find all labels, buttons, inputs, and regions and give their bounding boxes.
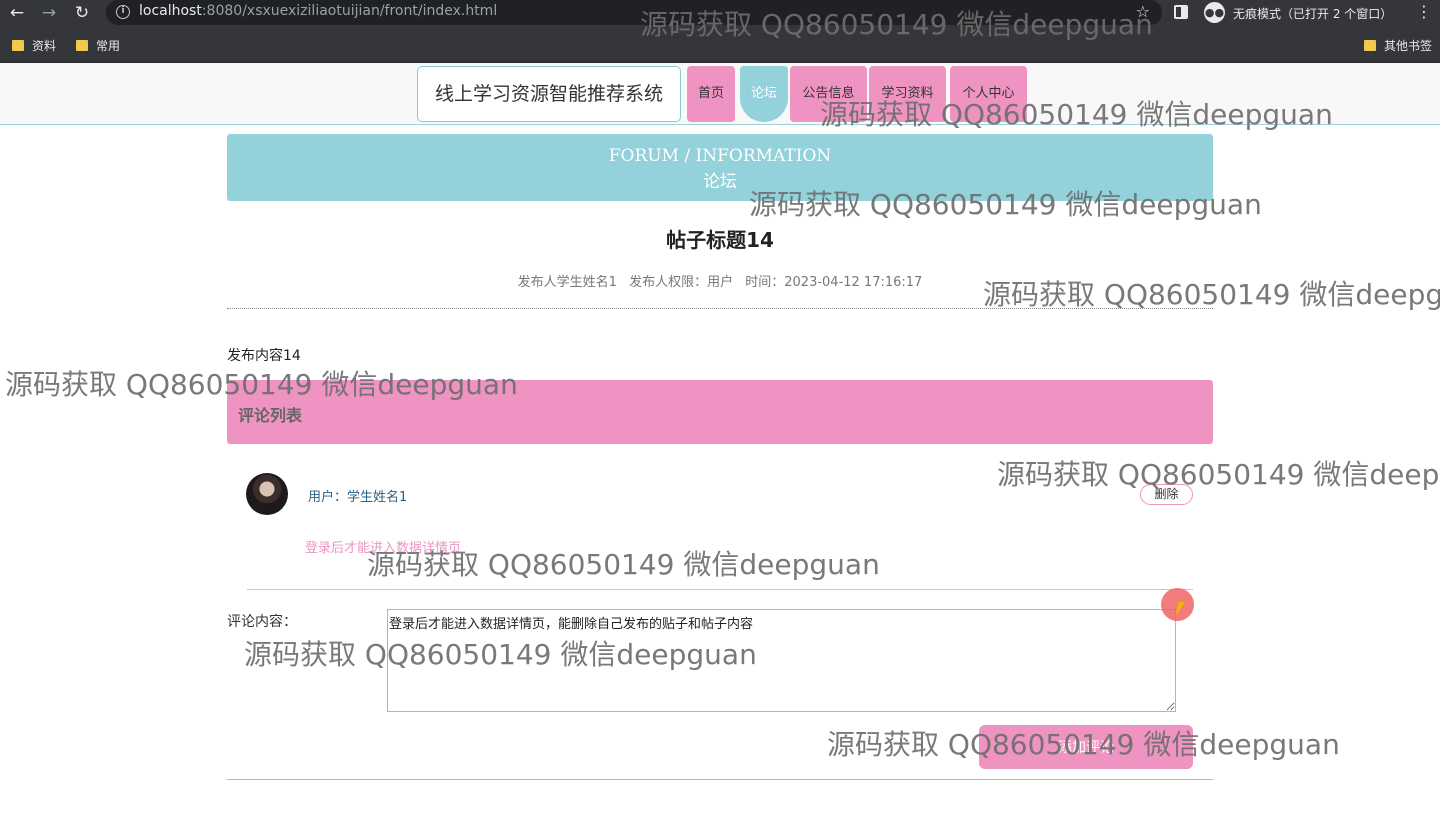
comment-list-title: 评论列表 xyxy=(238,406,303,425)
side-panel-icon[interactable] xyxy=(1174,5,1188,19)
back-button[interactable]: ← xyxy=(6,2,28,24)
add-comment-button[interactable]: 添加评论 xyxy=(979,725,1193,769)
bookmark-star-icon[interactable]: ☆ xyxy=(1136,2,1150,21)
incognito-label[interactable]: 无痕模式（已打开 2 个窗口） xyxy=(1233,5,1392,22)
folder-icon xyxy=(76,40,88,51)
comment-text: 登录后才能进入数据详情页 xyxy=(305,541,462,556)
folder-icon xyxy=(1364,40,1376,51)
browser-toolbar: ← → ↻ i localhost:8080/xsxuexiziliaotuij… xyxy=(0,0,1440,26)
forward-button[interactable]: → xyxy=(38,2,60,24)
nav-home[interactable]: 首页 xyxy=(687,66,735,122)
incognito-icon[interactable]: ●● xyxy=(1204,2,1225,23)
post-content: 发布内容14 xyxy=(227,348,301,364)
reload-button[interactable]: ↻ xyxy=(71,2,93,24)
comment-list-header: 评论列表 xyxy=(227,380,1213,444)
nav-personal-center[interactable]: 个人中心 xyxy=(950,66,1027,122)
page-banner: FORUM / INFORMATION 论坛 xyxy=(227,134,1213,201)
browser-menu-icon[interactable]: ⋮ xyxy=(1416,2,1432,21)
site-header: 线上学习资源智能推荐系统 首页 论坛 公告信息 学习资料 个人中心 xyxy=(0,63,1440,125)
watermark-clip: 源码获取 QQ86050149 微信deepguan xyxy=(997,453,1440,493)
banner-title-en: FORUM / INFORMATION xyxy=(608,146,832,166)
info-icon[interactable]: i xyxy=(116,5,130,19)
comment-form-label: 评论内容： xyxy=(227,614,297,630)
folder-icon xyxy=(12,40,24,51)
nav-announcements[interactable]: 公告信息 xyxy=(790,66,867,122)
banner-title-cn: 论坛 xyxy=(703,172,737,192)
bookmark-folder-changyong[interactable]: 常用 xyxy=(76,37,120,53)
post-role: 发布人权限：用户 xyxy=(629,275,734,290)
nav-forum[interactable]: 论坛 xyxy=(740,66,788,122)
divider xyxy=(227,779,1213,780)
bookmarks-bar: 资料 常用 其他书签 xyxy=(0,26,1440,63)
address-bar[interactable]: i localhost:8080/xsxuexiziliaotuijian/fr… xyxy=(106,0,1162,25)
bookmark-folder-other[interactable]: 其他书签 xyxy=(1364,37,1432,53)
watermark: 源码获取 QQ86050149 微信deepguan xyxy=(997,458,1440,491)
divider xyxy=(247,589,1193,590)
comment-user: 用户：学生姓名1 xyxy=(308,490,408,505)
watermark: 源码获取 QQ86050149 微信deepguan xyxy=(983,278,1440,311)
post-title: 帖子标题14 xyxy=(666,228,774,252)
nav-study-materials[interactable]: 学习资料 xyxy=(869,66,946,122)
post-time: 时间：2023-04-12 17:16:17 xyxy=(745,275,923,290)
url-text[interactable]: localhost:8080/xsxuexiziliaotuijian/fron… xyxy=(139,3,497,19)
avatar xyxy=(246,473,288,515)
site-brand[interactable]: 线上学习资源智能推荐系统 xyxy=(417,66,681,122)
watermark-clip: 源码获取 QQ86050149 微信deepguan xyxy=(983,273,1440,313)
post-author: 发布人学生姓名1 xyxy=(517,275,617,290)
comment-input[interactable]: 登录后才能进入数据详情页，能删除自己发布的贴子和帖子内容 xyxy=(387,609,1176,712)
bookmark-folder-ziliao[interactable]: 资料 xyxy=(12,37,56,53)
